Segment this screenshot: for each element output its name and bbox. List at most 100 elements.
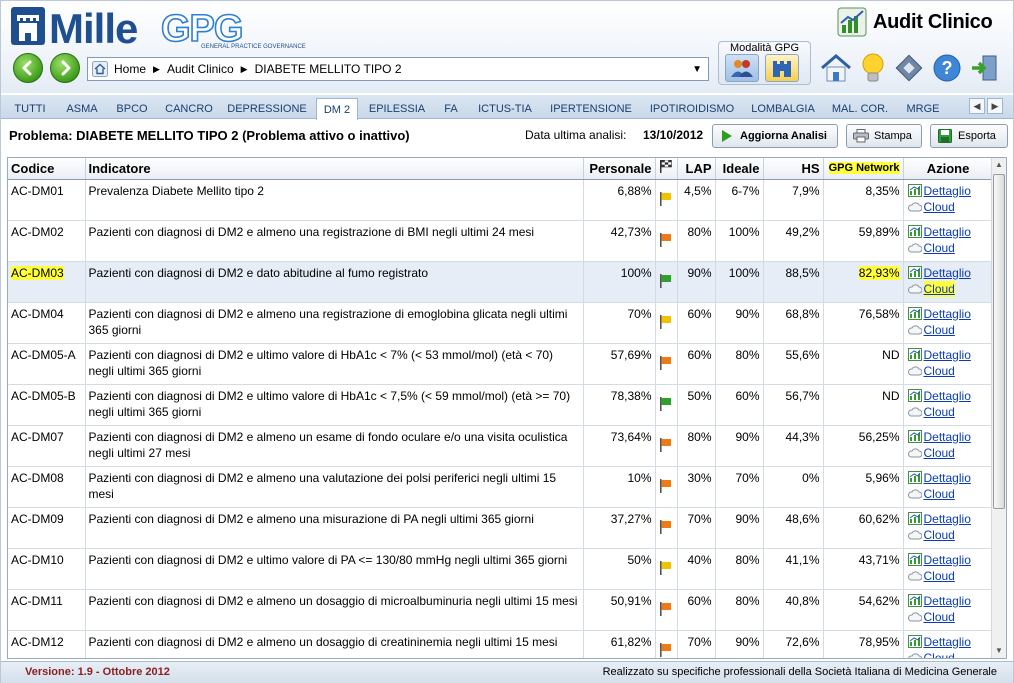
print-button[interactable]: Stampa (846, 124, 922, 148)
tab-dm2[interactable]: DM 2 (316, 98, 358, 120)
col-header-gpg-network[interactable]: GPG Network (823, 158, 904, 180)
chart-icon (907, 635, 922, 648)
detail-link-label: Dettaglio (923, 183, 971, 198)
detail-link[interactable]: Dettaglio (907, 224, 990, 240)
detail-link[interactable]: Dettaglio (907, 183, 990, 199)
row-hs: 40,8% (763, 589, 824, 631)
col-header-flag[interactable] (655, 158, 678, 180)
detail-link[interactable]: Dettaglio (907, 347, 990, 363)
gpg-mode-group: Modalità GPG (718, 41, 811, 85)
detail-link[interactable]: Dettaglio (907, 634, 990, 650)
table-row[interactable]: AC-DM09 Pazienti con diagnosi di DM2 e al… (8, 507, 994, 549)
tab-bpco[interactable]: BPCO (111, 98, 153, 119)
table-row[interactable]: AC-DM02 Pazienti con diagnosi di DM2 e al… (8, 220, 994, 262)
exit-button[interactable] (967, 51, 1001, 85)
detail-link[interactable]: Dettaglio (907, 593, 990, 609)
scroll-down-icon[interactable]: ▼ (995, 646, 1003, 655)
detail-link[interactable]: Dettaglio (907, 306, 990, 322)
col-header-action[interactable]: Azione (903, 158, 994, 180)
table-row[interactable]: AC-DM01 Prevalenza Diabete Mellito tipo 2… (8, 179, 994, 221)
table-row[interactable]: AC-DM07 Pazienti con diagnosi di DM2 e al… (8, 425, 994, 467)
breadcrumb[interactable]: Home ▶ Audit Clinico ▶ DIABETE MELLITO T… (87, 57, 709, 81)
update-analysis-button[interactable]: Aggiorna Analisi (712, 124, 838, 148)
chevron-down-icon[interactable]: ▼ (692, 64, 702, 75)
mode-users-button[interactable] (725, 54, 759, 82)
tools-button[interactable] (892, 51, 926, 85)
tab-asma[interactable]: ASMA (61, 98, 103, 119)
chart-icon (907, 512, 922, 525)
cloud-link[interactable]: Cloud (907, 527, 990, 543)
cloud-link[interactable]: Cloud (907, 568, 990, 584)
vertical-scrollbar[interactable]: ▲ ▼ (991, 158, 1006, 658)
scrollbar-thumb[interactable] (993, 174, 1005, 509)
forward-button[interactable] (50, 53, 80, 83)
row-flag (655, 548, 678, 590)
col-header-hs[interactable]: HS (763, 158, 824, 180)
table-row[interactable]: AC-DM03 Pazienti con diagnosi di DM2 e da… (8, 261, 994, 303)
tab-cancro[interactable]: CANCRO (161, 98, 217, 119)
row-lap: 4,5% (677, 179, 716, 221)
table-row[interactable]: AC-DM11 Pazienti con diagnosi di DM2 e al… (8, 589, 994, 631)
help-button[interactable]: ? (930, 51, 964, 85)
row-network: 54,62% (823, 589, 904, 631)
tips-button[interactable] (856, 51, 890, 85)
row-network: 56,25% (823, 425, 904, 467)
detail-link[interactable]: Dettaglio (907, 388, 990, 404)
mode-network-button[interactable] (765, 54, 799, 82)
cloud-link[interactable]: Cloud (907, 363, 990, 379)
breadcrumb-current[interactable]: DIABETE MELLITO TIPO 2 (255, 62, 402, 76)
tab-ipertensione[interactable]: IPERTENSIONE (548, 98, 634, 119)
row-indicator: Pazienti con diagnosi di DM2 e ultimo va… (85, 343, 584, 385)
detail-link[interactable]: Dettaglio (907, 552, 990, 568)
tab-tutti[interactable]: TUTTI (9, 98, 51, 119)
analysis-date-label: Data ultima analisi: (525, 128, 627, 142)
table-row[interactable]: AC-DM04 Pazienti con diagnosi di DM2 e al… (8, 302, 994, 344)
tab-scroll-right-icon[interactable]: ▶ (987, 98, 1003, 114)
tab-ictus-tia[interactable]: ICTUS-TIA (474, 98, 536, 119)
table-row[interactable]: AC-DM05-B Pazienti con diagnosi di DM2 e … (8, 384, 994, 426)
cloud-link[interactable]: Cloud (907, 404, 990, 420)
detail-link[interactable]: Dettaglio (907, 265, 990, 281)
tab-ipotiroidismo[interactable]: IPOTIROIDISMO (646, 98, 738, 119)
cloud-link[interactable]: Cloud (907, 322, 990, 338)
cloud-link[interactable]: Cloud (907, 199, 990, 215)
users-icon (731, 60, 753, 77)
back-button[interactable] (13, 53, 43, 83)
col-header-personal[interactable]: Personale (583, 158, 656, 180)
cloud-link[interactable]: Cloud (907, 240, 990, 256)
breadcrumb-audit[interactable]: Audit Clinico (167, 62, 234, 76)
tab-depressione[interactable]: DEPRESSIONE (226, 98, 308, 119)
chart-icon (907, 553, 922, 566)
home-button[interactable] (819, 51, 853, 85)
table-row[interactable]: AC-DM05-A Pazienti con diagnosi di DM2 e … (8, 343, 994, 385)
table-row[interactable]: AC-DM10 Pazienti con diagnosi di DM2 e ul… (8, 548, 994, 590)
tab-lombalgia[interactable]: LOMBALGIA (750, 98, 816, 119)
tab-mal-cor[interactable]: MAL. COR. (829, 98, 891, 119)
tab-scroll-left-icon[interactable]: ◀ (969, 98, 985, 114)
row-lap: 60% (677, 343, 716, 385)
detail-link-label: Dettaglio (923, 224, 971, 239)
export-button[interactable]: Esporta (930, 124, 1008, 148)
detail-link[interactable]: Dettaglio (907, 511, 990, 527)
cloud-icon (907, 284, 922, 294)
tab-mrge[interactable]: MRGE (903, 98, 943, 119)
audit-chart-icon (837, 7, 867, 37)
col-header-code[interactable]: Codice (8, 158, 86, 180)
col-header-ideal[interactable]: Ideale (715, 158, 764, 180)
cloud-link[interactable]: Cloud (907, 280, 990, 297)
col-header-lap[interactable]: LAP (677, 158, 716, 180)
cloud-icon (907, 448, 922, 458)
breadcrumb-home[interactable]: Home (114, 62, 146, 76)
tab-epilessia[interactable]: EPILESSIA (367, 98, 427, 119)
detail-link[interactable]: Dettaglio (907, 429, 990, 445)
table-row[interactable]: AC-DM12 Pazienti con diagnosi di DM2 e al… (8, 630, 994, 658)
table-row[interactable]: AC-DM08 Pazienti con diagnosi di DM2 e al… (8, 466, 994, 508)
cloud-link[interactable]: Cloud (907, 445, 990, 461)
detail-link[interactable]: Dettaglio (907, 470, 990, 486)
col-header-indicator[interactable]: Indicatore (85, 158, 584, 180)
cloud-link[interactable]: Cloud (907, 650, 990, 658)
cloud-link[interactable]: Cloud (907, 609, 990, 625)
cloud-link[interactable]: Cloud (907, 486, 990, 502)
scroll-up-icon[interactable]: ▲ (995, 160, 1003, 169)
tab-fa[interactable]: FA (438, 98, 464, 119)
